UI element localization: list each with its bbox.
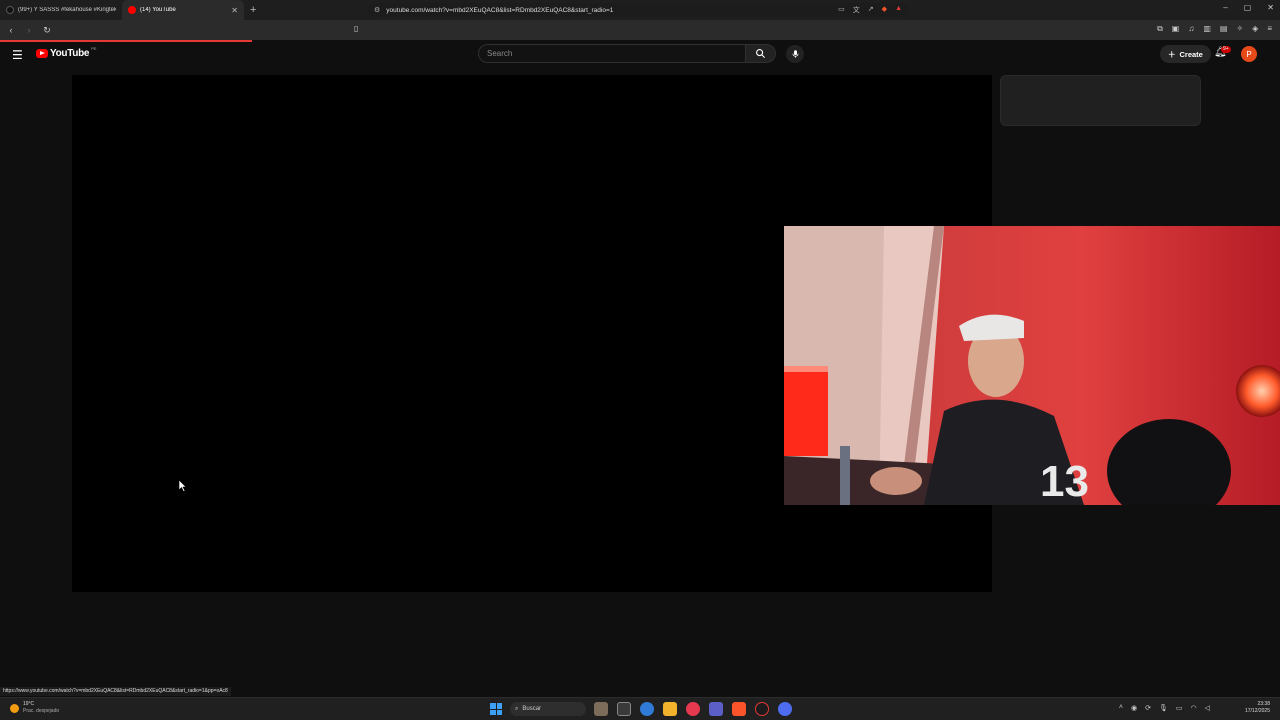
wifi-icon[interactable]: ◠ <box>1191 704 1197 712</box>
weather-icon <box>10 703 19 713</box>
task-view-icon[interactable] <box>617 702 631 716</box>
screen: (99+) Y SASSS #fekahouse #Kingteka (14) … <box>0 0 1280 720</box>
plus-icon: ＋ <box>1168 49 1176 59</box>
search-box[interactable] <box>478 44 746 63</box>
microphone-tray-icon[interactable]: 🎙︎ <box>1159 704 1168 712</box>
create-button[interactable]: ＋ Create <box>1160 45 1211 63</box>
brave-rewards-icon[interactable]: ▲ <box>895 5 902 15</box>
display-icon[interactable]: ▭ <box>1176 704 1183 712</box>
tiktok-favicon-icon <box>6 6 14 14</box>
weather-desc: Prac. despejado <box>23 708 60 714</box>
file-explorer-icon[interactable] <box>663 702 677 716</box>
extension-puzzle-icon[interactable]: ⧉ <box>1157 24 1163 34</box>
avatar[interactable]: P <box>1241 46 1257 62</box>
windows-start-icon[interactable] <box>490 703 502 715</box>
hamburger-menu-icon[interactable]: ☰ <box>12 48 23 62</box>
app-red-icon[interactable] <box>686 702 700 716</box>
taskbar-search-label: Buscar <box>522 706 542 712</box>
svg-text:13: 13 <box>1040 457 1089 505</box>
bookmark-icon[interactable]: ▯ <box>354 24 358 33</box>
network-app-icon[interactable]: ◉ <box>1131 704 1137 712</box>
logo-text: YouTube <box>50 48 90 59</box>
menu-icon[interactable]: ≡ <box>1267 24 1272 34</box>
mouse-cursor-icon <box>179 480 187 492</box>
wallet-icon[interactable]: ▣ <box>1172 24 1180 34</box>
forward-icon[interactable]: › <box>22 25 36 35</box>
back-icon[interactable]: ‹ <box>4 25 18 35</box>
app-dark-icon[interactable] <box>755 702 769 716</box>
youtube-play-icon <box>36 49 48 58</box>
address-bar-actions: ▭ 文 ↗ ◆ ▲ <box>838 5 908 15</box>
brave-app-icon[interactable] <box>732 702 746 716</box>
create-label: Create <box>1179 49 1203 59</box>
notification-badge: 9+ <box>1221 46 1231 53</box>
taskbar-clock[interactable]: 23:38 17/12/2025 <box>1245 701 1270 715</box>
browser-toolbar: ‹ › ↻ <box>0 20 1280 40</box>
tab-title: (99+) Y SASSS #fekahouse #Kingteka <box>18 7 116 13</box>
new-tab-icon[interactable]: + <box>250 4 256 16</box>
wallet2-icon[interactable]: ▤ <box>1220 24 1228 34</box>
sidebar-icon[interactable]: ▥ <box>1203 24 1211 34</box>
url-text: youtube.com/watch?v=mbd2XEuQAC8&list=RDm… <box>386 6 614 14</box>
volume-icon[interactable]: ◁ <box>1205 704 1210 712</box>
voice-search-button[interactable] <box>786 45 804 63</box>
media-icon[interactable]: ♫ <box>1188 24 1194 34</box>
brave-shield-icon[interactable]: ◆ <box>882 5 887 15</box>
picture-in-picture-video[interactable]: 13 <box>784 226 1280 505</box>
maximize-icon[interactable]: ▢ <box>1244 3 1252 12</box>
video-frame-image: 13 <box>784 226 1280 505</box>
tab-youtube[interactable]: (14) YouTube ✕ <box>122 0 244 20</box>
share-icon[interactable]: ↗ <box>868 5 874 15</box>
country-code: PE <box>91 46 97 51</box>
messenger-app-icon[interactable] <box>778 702 792 716</box>
taskbar-search[interactable]: ⌕ Buscar <box>510 702 586 716</box>
search-input[interactable] <box>487 49 745 58</box>
tray-chevron-icon[interactable]: ˄ <box>1119 704 1123 712</box>
close-window-icon[interactable]: ✕ <box>1267 3 1274 12</box>
close-tab-icon[interactable]: ✕ <box>231 6 238 15</box>
youtube-favicon-icon <box>128 6 136 14</box>
search-button[interactable] <box>746 44 776 63</box>
weather-widget[interactable]: 19°C Prac. despejado <box>10 701 59 715</box>
search-icon: ⌕ <box>515 705 519 712</box>
translate-icon[interactable]: 文 <box>853 5 860 15</box>
link-preview-status: https://www.youtube.com/watch?v=mbd2XEuQ… <box>0 687 231 696</box>
site-info-icon[interactable]: ⚙ <box>374 6 380 14</box>
reload-icon[interactable]: ↻ <box>40 25 54 36</box>
weather-temp: 19°C <box>23 701 35 707</box>
teams-app-icon[interactable] <box>709 702 723 716</box>
youtube-logo[interactable]: YouTube PE <box>36 46 97 59</box>
search-icon <box>756 49 766 59</box>
system-tray: ˄ ◉ ⟳ 🎙︎ ▭ ◠ ◁ <box>1119 704 1210 712</box>
edge-app-icon[interactable] <box>640 702 654 716</box>
leo-ai-icon[interactable]: ✧ <box>1236 24 1243 34</box>
windows-taskbar: 19°C Prac. despejado ⌕ Buscar ˄ ◉ ⟳ 🎙︎ ▭… <box>0 697 1280 720</box>
tab-tiktok[interactable]: (99+) Y SASSS #fekahouse #Kingteka <box>0 0 122 20</box>
widgets-app-icon[interactable] <box>594 702 608 716</box>
clock-time: 23:38 <box>1257 701 1270 707</box>
playlist-panel-placeholder <box>1000 75 1201 126</box>
minimize-icon[interactable]: – <box>1223 3 1227 12</box>
avatar-letter: P <box>1246 49 1252 59</box>
extension-icons: ⧉ ▣ ♫ ▥ ▤ ✧ ◈ ≡ <box>1157 24 1272 34</box>
address-bar[interactable]: ⚙ youtube.com/watch?v=mbd2XEuQAC8&list=R… <box>368 3 908 17</box>
clock-date: 17/12/2025 <box>1244 708 1270 714</box>
vpn-icon[interactable]: ◈ <box>1252 24 1258 34</box>
youtube-header: ☰ YouTube PE ＋ Create 🔔︎ 9+ P <box>0 42 1280 68</box>
weather-text: 19°C Prac. despejado <box>23 701 59 715</box>
cast-icon[interactable]: ▭ <box>838 5 845 15</box>
tab-title: (14) YouTube <box>140 7 176 13</box>
window-controls: – ▢ ✕ <box>1223 3 1274 12</box>
taskbar-apps <box>594 702 792 716</box>
sync-icon[interactable]: ⟳ <box>1145 704 1151 712</box>
microphone-icon <box>792 50 798 58</box>
